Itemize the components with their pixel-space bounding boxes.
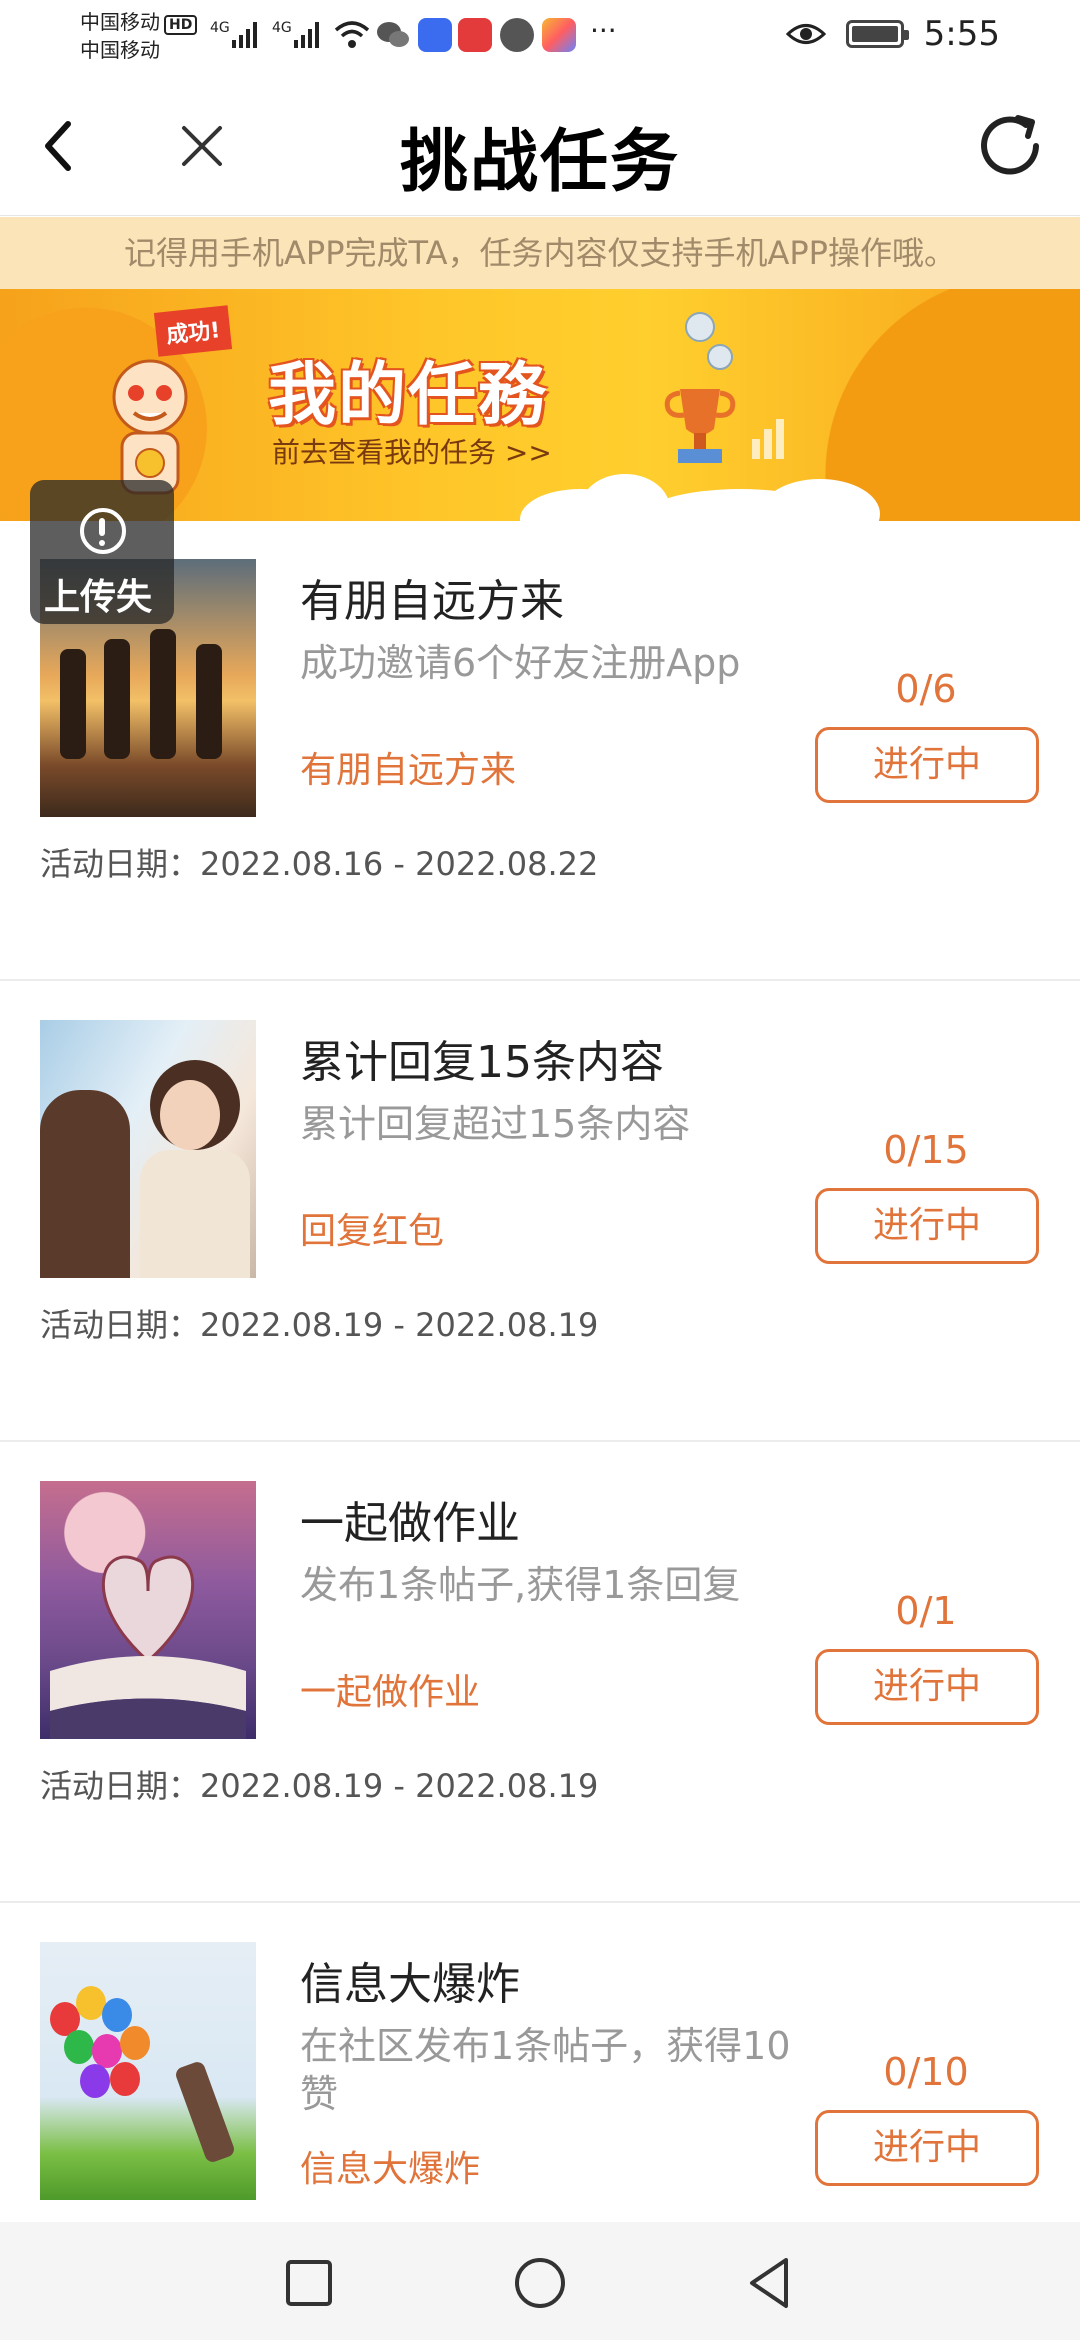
hd-badge: HD	[164, 15, 198, 35]
wechat-icon	[377, 22, 409, 47]
triangle-back-icon	[750, 2258, 788, 2308]
task-description: 发布1条帖子,获得1条回复	[300, 1563, 741, 1607]
signal-bars-2-icon	[294, 22, 319, 48]
trophy-rocket-icon	[664, 312, 784, 463]
carrier-1: 中国移动	[80, 10, 160, 34]
store-app-icon	[542, 18, 576, 52]
network-type-2: 4G	[272, 20, 292, 36]
banner-title: 我的任務	[268, 356, 549, 435]
page-title: 挑战任务	[399, 123, 680, 202]
task-card[interactable]: 一起做作业 发布1条帖子,获得1条回复 一起做作业 0/1 进行中 活动日期：2…	[0, 1443, 1080, 1903]
more-notifications: ···	[590, 14, 617, 47]
book-heart-photo	[40, 1481, 256, 1739]
app-only-notice: 记得用手机APP完成TA，任务内容仅支持手机APP操作哦。	[0, 217, 1080, 289]
network-type-1: 4G	[210, 20, 230, 36]
battery-icon	[845, 20, 909, 48]
circle-icon	[515, 2258, 565, 2308]
task-description: 在社区发布1条帖子，获得10赞	[300, 2024, 791, 2116]
title-bar: 挑战任务	[0, 76, 1080, 216]
task-link[interactable]: 有朋自远方来	[300, 741, 516, 793]
task-date: 活动日期：2022.08.19 - 2022.08.19	[40, 1767, 599, 1805]
carrier-2: 中国移动	[80, 38, 160, 62]
task-status-button[interactable]: 进行中	[815, 1188, 1039, 1264]
browser-app-icon	[500, 18, 534, 52]
task-image	[40, 1942, 256, 2200]
status-bar: 中国移动 HD 中国移动 4G 4G ··· 5:55	[0, 0, 1080, 76]
qq-app-icon	[418, 18, 452, 52]
square-icon	[286, 2260, 332, 2306]
clock: 5:55	[923, 14, 1000, 54]
task-image	[40, 1020, 256, 1278]
task-card[interactable]: 信息大爆炸 在社区发布1条帖子，获得10赞 信息大爆炸 0/10 进行中	[0, 1904, 1080, 2222]
task-card[interactable]: 累计回复15条内容 累计回复超过15条内容 回复红包 0/15 进行中 活动日期…	[0, 982, 1080, 1442]
status-right-group: 5:55	[785, 14, 1000, 54]
two-girls-photo	[40, 1020, 256, 1278]
task-progress: 0/10	[883, 2050, 969, 2094]
refresh-button[interactable]	[970, 106, 1050, 186]
task-link[interactable]: 一起做作业	[300, 1663, 480, 1715]
eye-comfort-icon	[785, 24, 826, 44]
reader-app-icon	[458, 18, 492, 52]
task-date: 活动日期：2022.08.16 - 2022.08.22	[40, 845, 599, 883]
task-link[interactable]: 信息大爆炸	[300, 2140, 480, 2192]
home-button[interactable]	[505, 2248, 575, 2318]
recent-apps-button[interactable]	[274, 2248, 344, 2318]
alert-icon	[80, 508, 126, 554]
refresh-icon	[981, 115, 1039, 175]
banner-subtitle-link[interactable]: 前去查看我的任务 >>	[272, 431, 552, 471]
task-status-button[interactable]: 进行中	[815, 2110, 1039, 2186]
task-description: 累计回复超过15条内容	[300, 1102, 691, 1146]
upload-failed-toast[interactable]: 上传失	[30, 480, 174, 624]
task-progress: 0/1	[895, 1589, 957, 1633]
task-title: 信息大爆炸	[300, 1959, 520, 2010]
system-navigation-bar	[0, 2222, 1080, 2340]
task-link[interactable]: 回复红包	[300, 1202, 444, 1254]
task-progress: 0/15	[883, 1128, 969, 1172]
task-title: 一起做作业	[300, 1498, 520, 1549]
task-title: 累计回复15条内容	[300, 1037, 664, 1088]
task-progress: 0/6	[895, 667, 957, 711]
back-nav-button[interactable]	[736, 2248, 806, 2318]
task-status-button[interactable]: 进行中	[815, 1649, 1039, 1725]
signal-bars-1-icon	[232, 22, 257, 48]
balloons-photo	[40, 1942, 256, 2200]
wifi-icon	[334, 21, 370, 48]
task-image	[40, 1481, 256, 1739]
task-description: 成功邀请6个好友注册App	[300, 641, 741, 685]
task-status-button[interactable]: 进行中	[815, 727, 1039, 803]
upload-failed-label: 上传失	[44, 577, 153, 618]
task-title: 有朋自远方来	[300, 576, 564, 627]
task-date: 活动日期：2022.08.19 - 2022.08.19	[40, 1306, 599, 1344]
carrier-info: 中国移动 HD 中国移动	[80, 8, 198, 64]
